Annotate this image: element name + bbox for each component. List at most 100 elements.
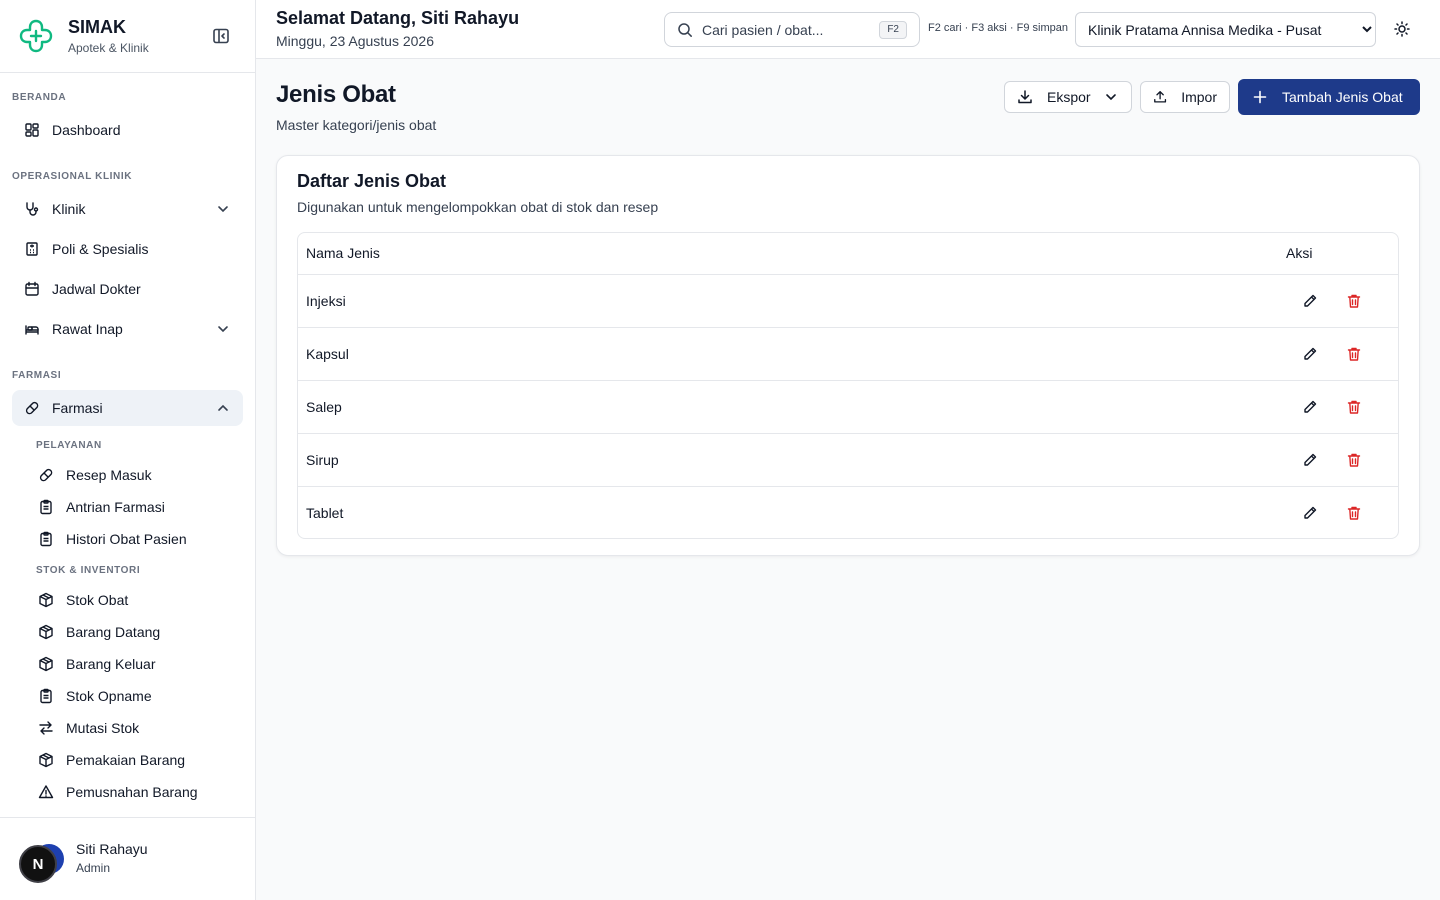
add-jenis-obat-button[interactable]: Tambah Jenis Obat [1238,79,1420,115]
page-title: Jenis Obat [276,81,396,108]
sidebar-item-klinik[interactable]: Klinik [12,191,243,227]
delete-button[interactable] [1338,338,1370,370]
trash-icon [1347,294,1361,308]
sidebar-item-pemusnahan-barang[interactable]: Pemusnahan Barang [26,777,243,807]
clipboard-icon [40,688,52,704]
sidebar-item-barang-keluar[interactable]: Barang Keluar [26,649,243,679]
user-profile[interactable]: N Siti Rahayu Admin [0,817,255,900]
plus-icon [1253,90,1267,104]
sidebar-item-dashboard[interactable]: Dashboard [12,112,243,148]
column-header-name: Nama Jenis [298,233,1286,275]
edit-button[interactable] [1294,444,1326,476]
section-label-farmasi: FARMASI [12,370,62,381]
sidebar-item-jadwal[interactable]: Jadwal Dokter [12,271,243,307]
global-search[interactable]: F2 [664,12,920,47]
sidebar-item-label: Barang Keluar [66,656,156,672]
dashboard-icon [25,123,39,137]
pencil-icon [1304,400,1317,413]
table-row: Injeksi [298,274,1398,328]
hospital-icon [26,242,38,256]
table-row: Kapsul [298,327,1398,381]
sidebar-item-barang-datang[interactable]: Barang Datang [26,617,243,647]
sidebar-item-label: Antrian Farmasi [66,499,165,515]
sidebar-item-pemakaian-barang[interactable]: Pemakaian Barang [26,745,243,775]
avatar[interactable]: N [19,845,57,883]
current-date: Minggu, 23 Agustus 2026 [276,33,435,49]
pill-icon [25,401,39,415]
jenis-obat-card: Daftar Jenis Obat Digunakan untuk mengel… [276,155,1420,556]
trash-icon [1347,400,1361,414]
user-name: Siti Rahayu [76,841,148,857]
add-label: Tambah Jenis Obat [1282,89,1403,105]
row-name: Sirup [298,433,1286,487]
chevron-up-icon [218,404,228,411]
edit-button[interactable] [1294,285,1326,317]
sidebar-item-label: Mutasi Stok [66,720,140,736]
sidebar-item-stok-opname[interactable]: Stok Opname [26,681,243,711]
page-subtitle: Master kategori/jenis obat [276,117,437,133]
sidebar-item-rawat-inap[interactable]: Rawat Inap [12,311,243,347]
sidebar-item-poli[interactable]: Poli & Spesialis [12,231,243,267]
calendar-icon [25,281,39,296]
main-content: Jenis Obat Master kategori/jenis obat Ek… [256,59,1440,900]
clinic-select[interactable]: Klinik Pratama Annisa Medika - Pusat [1075,12,1376,47]
delete-button[interactable] [1338,497,1370,529]
package-icon [39,624,53,640]
edit-button[interactable] [1294,391,1326,423]
section-label-beranda: BERANDA [12,92,67,103]
sidebar-item-resep-masuk[interactable]: Resep Masuk [26,460,243,490]
sidebar-item-label: Stok Opname [66,688,152,704]
trash-icon [1347,347,1361,361]
sidebar-item-label: Histori Obat Pasien [66,531,187,547]
export-label: Ekspor [1047,89,1091,105]
clipboard-icon [40,531,52,547]
sidebar-item-mutasi-stok[interactable]: Mutasi Stok [26,713,243,743]
sidebar-item-label: Stok Obat [66,592,129,608]
delete-button[interactable] [1338,285,1370,317]
clipboard-icon [40,499,52,515]
sidebar-item-stok-obat[interactable]: Stok Obat [26,585,243,615]
chevron-down-icon [218,206,228,213]
sidebar-item-label: Pemusnahan Barang [66,784,198,800]
bed-icon [25,325,39,335]
sidebar-item-antrian-farmasi[interactable]: Antrian Farmasi [26,492,243,522]
sidebar-item-label: Poli & Spesialis [52,241,149,257]
top-header: Selamat Datang, Siti Rahayu Minggu, 23 A… [256,0,1440,59]
table-row: Salep [298,380,1398,434]
sun-icon[interactable] [1392,19,1412,39]
package-icon [39,656,53,672]
trash-icon [1347,506,1361,520]
row-name: Salep [298,380,1286,434]
pencil-icon [1304,506,1317,519]
brand: SIMAK Apotek & Klinik [0,0,255,73]
row-name: Tablet [306,504,344,521]
export-button[interactable]: Ekspor [1004,81,1132,113]
delete-button[interactable] [1338,444,1370,476]
edit-button[interactable] [1294,497,1326,529]
chevron-down-icon [218,326,228,333]
sidebar-collapse-icon[interactable] [211,26,231,46]
warning-icon [38,785,54,799]
row-name: Injeksi [298,274,1286,328]
table-row: Tablet [298,486,1398,538]
edit-button[interactable] [1294,338,1326,370]
sidebar-item-label: Klinik [52,201,86,217]
sidebar-item-histori-obat[interactable]: Histori Obat Pasien [26,524,243,554]
section-label-operasional: OPERASIONAL KLINIK [12,171,133,182]
trash-icon [1347,453,1361,467]
sidebar-item-label: Barang Datang [66,624,161,640]
import-button[interactable]: Impor [1140,81,1230,113]
brand-subtitle: Apotek & Klinik [68,41,149,55]
sidebar-item-label: Jadwal Dokter [52,281,141,297]
card-description: Digunakan untuk mengelompokkan obat di s… [297,199,659,215]
sidebar-item-label: Rawat Inap [52,321,123,337]
delete-button[interactable] [1338,391,1370,423]
sidebar-item-label: Dashboard [52,122,121,138]
keyboard-shortcuts-hint: F2 cari · F3 aksi · F9 simpan [928,22,1068,34]
stethoscope-icon [26,202,39,216]
brand-logo-icon [19,19,53,53]
pill-icon [39,468,53,482]
sidebar-item-farmasi[interactable]: Farmasi [12,390,243,426]
row-name: Kapsul [298,327,1286,381]
search-input[interactable] [702,21,874,38]
